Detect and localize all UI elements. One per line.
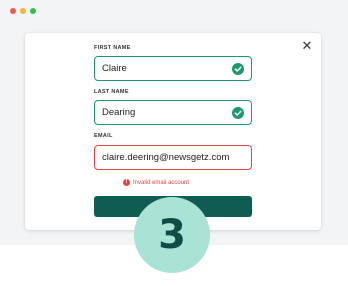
- email-field[interactable]: [94, 145, 252, 170]
- alert-circle-icon: !: [123, 179, 130, 186]
- email-error-message: ! Invalid email account: [123, 179, 190, 189]
- window-maximize-dot[interactable]: [30, 8, 36, 14]
- email-error-text: Invalid email account: [133, 180, 190, 186]
- first-name-field[interactable]: [94, 56, 252, 81]
- first-name-label: FIRST NAME: [94, 45, 131, 51]
- step-number-badge: 3: [134, 197, 210, 273]
- window-minimize-dot[interactable]: [20, 8, 26, 14]
- last-name-label: LAST NAME: [94, 89, 129, 95]
- check-circle-icon: [232, 107, 244, 119]
- last-name-input[interactable]: [102, 101, 232, 124]
- email-input[interactable]: [102, 146, 252, 169]
- check-circle-icon: [232, 63, 244, 75]
- close-icon[interactable]: ✕: [301, 39, 313, 53]
- last-name-field[interactable]: [94, 100, 252, 125]
- window-titlebar: [0, 0, 348, 22]
- window-close-dot[interactable]: [10, 8, 16, 14]
- first-name-input[interactable]: [102, 57, 232, 80]
- email-label: EMAIL: [94, 133, 113, 139]
